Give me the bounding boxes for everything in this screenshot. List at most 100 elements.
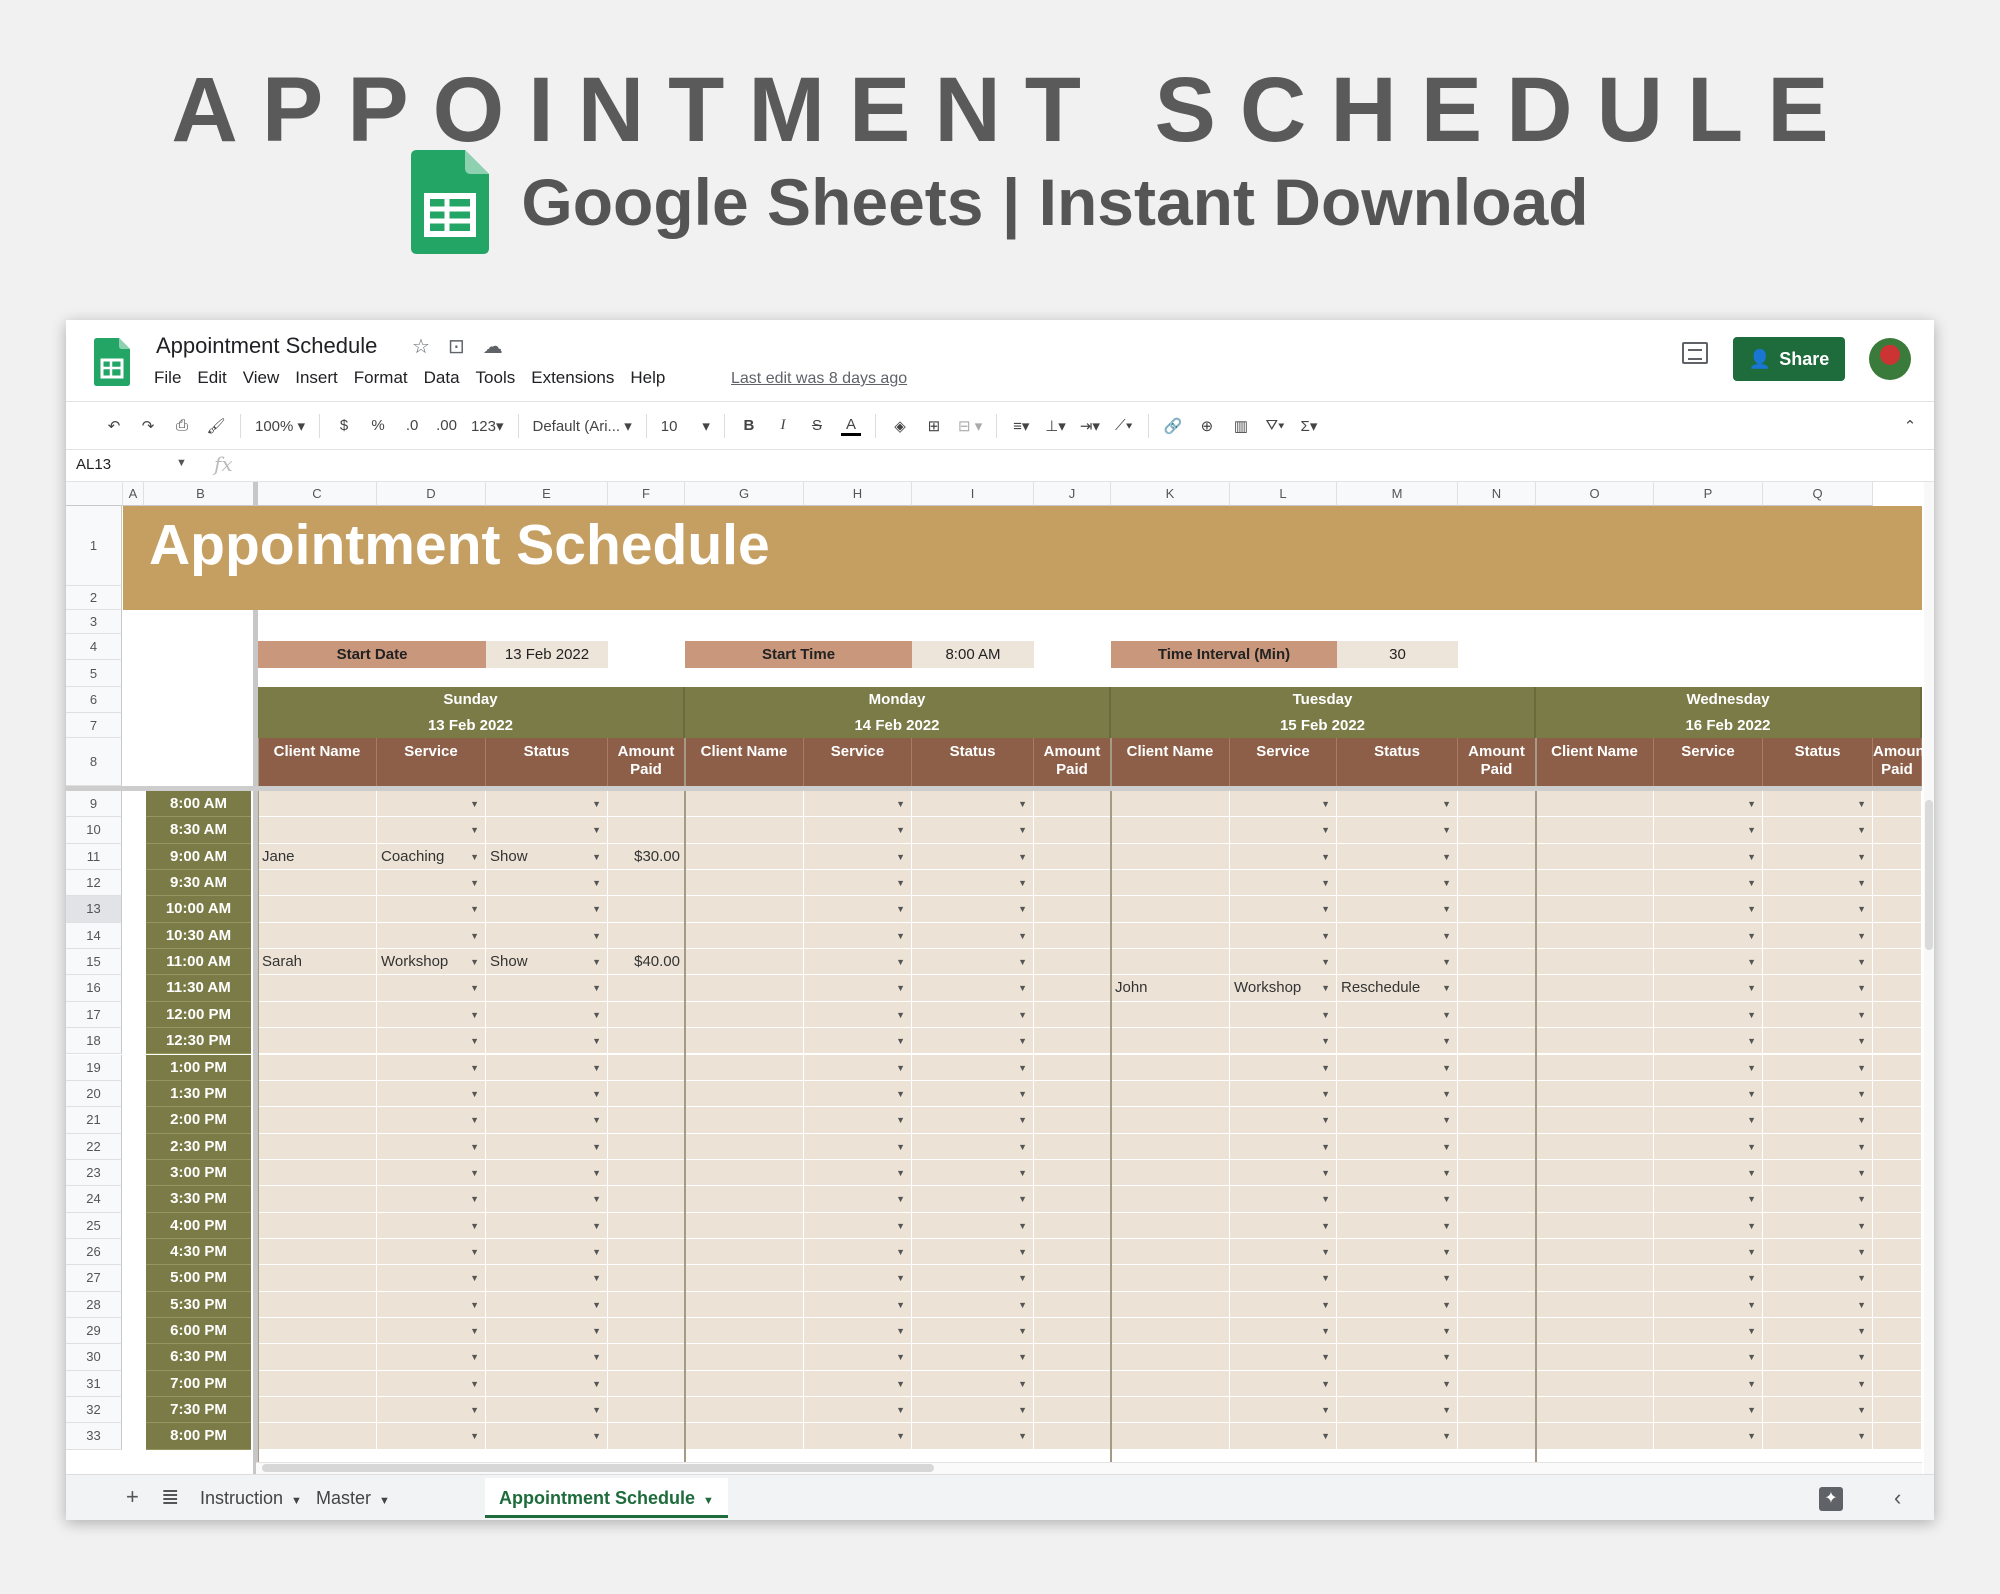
row-header[interactable]: 25 xyxy=(66,1212,122,1239)
schedule-cell[interactable]: ▼ xyxy=(1763,1318,1873,1345)
column-header-e[interactable]: E xyxy=(486,482,608,506)
schedule-cell[interactable] xyxy=(1034,1133,1111,1160)
schedule-cell[interactable]: ▼ xyxy=(1337,1318,1458,1345)
schedule-cell[interactable] xyxy=(608,975,685,1002)
schedule-cell[interactable] xyxy=(608,1238,685,1266)
schedule-cell[interactable] xyxy=(1034,843,1111,871)
dropdown-arrow-icon[interactable]: ▼ xyxy=(896,923,905,948)
schedule-cell[interactable]: ▼ xyxy=(1654,817,1763,844)
avatar[interactable] xyxy=(1869,338,1911,380)
schedule-cell[interactable]: ▼ xyxy=(1230,1080,1337,1108)
schedule-cell[interactable] xyxy=(608,791,685,818)
schedule-cell[interactable] xyxy=(1873,1265,1922,1292)
schedule-cell[interactable] xyxy=(1458,896,1536,923)
dropdown-arrow-icon[interactable]: ▼ xyxy=(470,949,479,974)
row-header[interactable]: 6 xyxy=(66,687,122,713)
schedule-cell[interactable] xyxy=(1873,1423,1922,1450)
schedule-cell[interactable] xyxy=(608,1028,685,1055)
frozen-row-divider[interactable] xyxy=(66,786,1922,791)
dropdown-arrow-icon[interactable]: ▼ xyxy=(470,1265,479,1290)
schedule-cell[interactable]: ▼ xyxy=(1230,949,1337,976)
schedule-cell[interactable] xyxy=(1873,1080,1922,1108)
dropdown-arrow-icon[interactable]: ▼ xyxy=(1018,817,1027,842)
dropdown-arrow-icon[interactable]: ▼ xyxy=(1321,1055,1330,1080)
dropdown-arrow-icon[interactable]: ▼ xyxy=(1442,923,1451,948)
dropdown-arrow-icon[interactable]: ▼ xyxy=(1747,1292,1756,1317)
fill-color-icon[interactable]: ◈ xyxy=(890,417,910,435)
dropdown-arrow-icon[interactable]: ▼ xyxy=(1747,1371,1756,1396)
column-header-k[interactable]: K xyxy=(1111,482,1230,506)
schedule-cell[interactable]: ▼ xyxy=(1763,1344,1873,1371)
schedule-cell[interactable]: ▼ xyxy=(1654,1028,1763,1055)
dropdown-arrow-icon[interactable]: ▼ xyxy=(1018,1213,1027,1238)
schedule-cell[interactable] xyxy=(1458,870,1536,897)
column-header-q[interactable]: Q xyxy=(1763,482,1873,506)
dropdown-arrow-icon[interactable]: ▼ xyxy=(592,1239,601,1264)
schedule-cell[interactable] xyxy=(685,1028,804,1055)
dropdown-arrow-icon[interactable]: ▼ xyxy=(1747,844,1756,869)
dropdown-arrow-icon[interactable]: ▼ xyxy=(1321,1213,1330,1238)
schedule-cell[interactable]: Workshop ▼ xyxy=(1230,975,1337,1002)
schedule-cell[interactable]: ▼ xyxy=(1763,1186,1873,1213)
schedule-cell[interactable] xyxy=(1873,1054,1922,1081)
schedule-cell[interactable] xyxy=(1458,1397,1536,1424)
dropdown-arrow-icon[interactable]: ▼ xyxy=(1321,817,1330,842)
dropdown-arrow-icon[interactable]: ▼ xyxy=(592,975,601,1000)
schedule-cell[interactable] xyxy=(1034,1344,1111,1371)
schedule-cell[interactable]: ▼ xyxy=(377,1238,486,1266)
strikethrough-icon[interactable]: S xyxy=(807,417,827,434)
menu-view[interactable]: View xyxy=(243,368,280,388)
dropdown-arrow-icon[interactable]: ▼ xyxy=(470,1107,479,1132)
dropdown-arrow-icon[interactable]: ▼ xyxy=(470,1002,479,1027)
schedule-cell[interactable]: Show ▼ xyxy=(486,843,608,871)
schedule-cell[interactable] xyxy=(1873,896,1922,923)
dropdown-arrow-icon[interactable]: ▼ xyxy=(1747,1239,1756,1264)
schedule-cell[interactable]: ▼ xyxy=(1654,1001,1763,1029)
schedule-cell[interactable]: ▼ xyxy=(486,1344,608,1371)
schedule-cell[interactable] xyxy=(1111,1028,1230,1055)
schedule-cell[interactable] xyxy=(685,1344,804,1371)
schedule-cell[interactable]: ▼ xyxy=(486,1397,608,1424)
schedule-cell[interactable]: ▼ xyxy=(1763,975,1873,1002)
dropdown-arrow-icon[interactable]: ▼ xyxy=(470,1239,479,1264)
dropdown-arrow-icon[interactable]: ▼ xyxy=(470,791,479,816)
schedule-cell[interactable] xyxy=(258,870,377,897)
dropdown-arrow-icon[interactable]: ▼ xyxy=(470,1423,479,1448)
dropdown-arrow-icon[interactable]: ▼ xyxy=(1442,1002,1451,1027)
schedule-cell[interactable]: ▼ xyxy=(377,1318,486,1345)
schedule-cell[interactable] xyxy=(1536,1344,1654,1371)
dropdown-arrow-icon[interactable]: ▼ xyxy=(1857,1423,1866,1448)
schedule-cell[interactable]: ▼ xyxy=(377,1159,486,1187)
comment-history-icon[interactable] xyxy=(1682,342,1708,364)
schedule-cell[interactable]: ▼ xyxy=(1654,1107,1763,1134)
row-header[interactable]: 14 xyxy=(66,922,122,950)
schedule-cell[interactable]: ▼ xyxy=(912,1397,1034,1424)
schedule-cell[interactable]: ▼ xyxy=(912,1080,1034,1108)
schedule-cell[interactable] xyxy=(1873,1001,1922,1029)
vertical-align-icon[interactable]: ⊥▾ xyxy=(1045,417,1066,435)
borders-icon[interactable]: ⊞ xyxy=(924,417,944,435)
row-header[interactable]: 7 xyxy=(66,713,122,738)
schedule-cell[interactable]: ▼ xyxy=(1230,922,1337,950)
dropdown-arrow-icon[interactable]: ▼ xyxy=(896,1160,905,1185)
schedule-cell[interactable]: ▼ xyxy=(1230,1028,1337,1055)
dropdown-arrow-icon[interactable]: ▼ xyxy=(1442,1107,1451,1132)
start-time-value[interactable]: 8:00 AM xyxy=(912,641,1034,668)
schedule-cell[interactable] xyxy=(1873,791,1922,818)
schedule-cell[interactable]: ▼ xyxy=(486,1133,608,1160)
dropdown-arrow-icon[interactable]: ▼ xyxy=(1321,1265,1330,1290)
schedule-cell[interactable] xyxy=(1034,896,1111,923)
schedule-cell[interactable] xyxy=(1458,1212,1536,1239)
row-header[interactable]: 16 xyxy=(66,975,122,1002)
schedule-cell[interactable] xyxy=(1458,817,1536,844)
schedule-cell[interactable] xyxy=(258,1212,377,1239)
schedule-cell[interactable] xyxy=(608,1370,685,1398)
schedule-cell[interactable]: ▼ xyxy=(804,1054,912,1081)
dropdown-arrow-icon[interactable]: ▼ xyxy=(1857,923,1866,948)
schedule-cell[interactable] xyxy=(608,1318,685,1345)
increase-decimal-button[interactable]: .00 xyxy=(436,417,457,434)
schedule-cell[interactable]: ▼ xyxy=(1763,1370,1873,1398)
dropdown-arrow-icon[interactable]: ▼ xyxy=(1857,1265,1866,1290)
schedule-cell[interactable] xyxy=(1536,949,1654,976)
schedule-cell[interactable]: ▼ xyxy=(1230,843,1337,871)
